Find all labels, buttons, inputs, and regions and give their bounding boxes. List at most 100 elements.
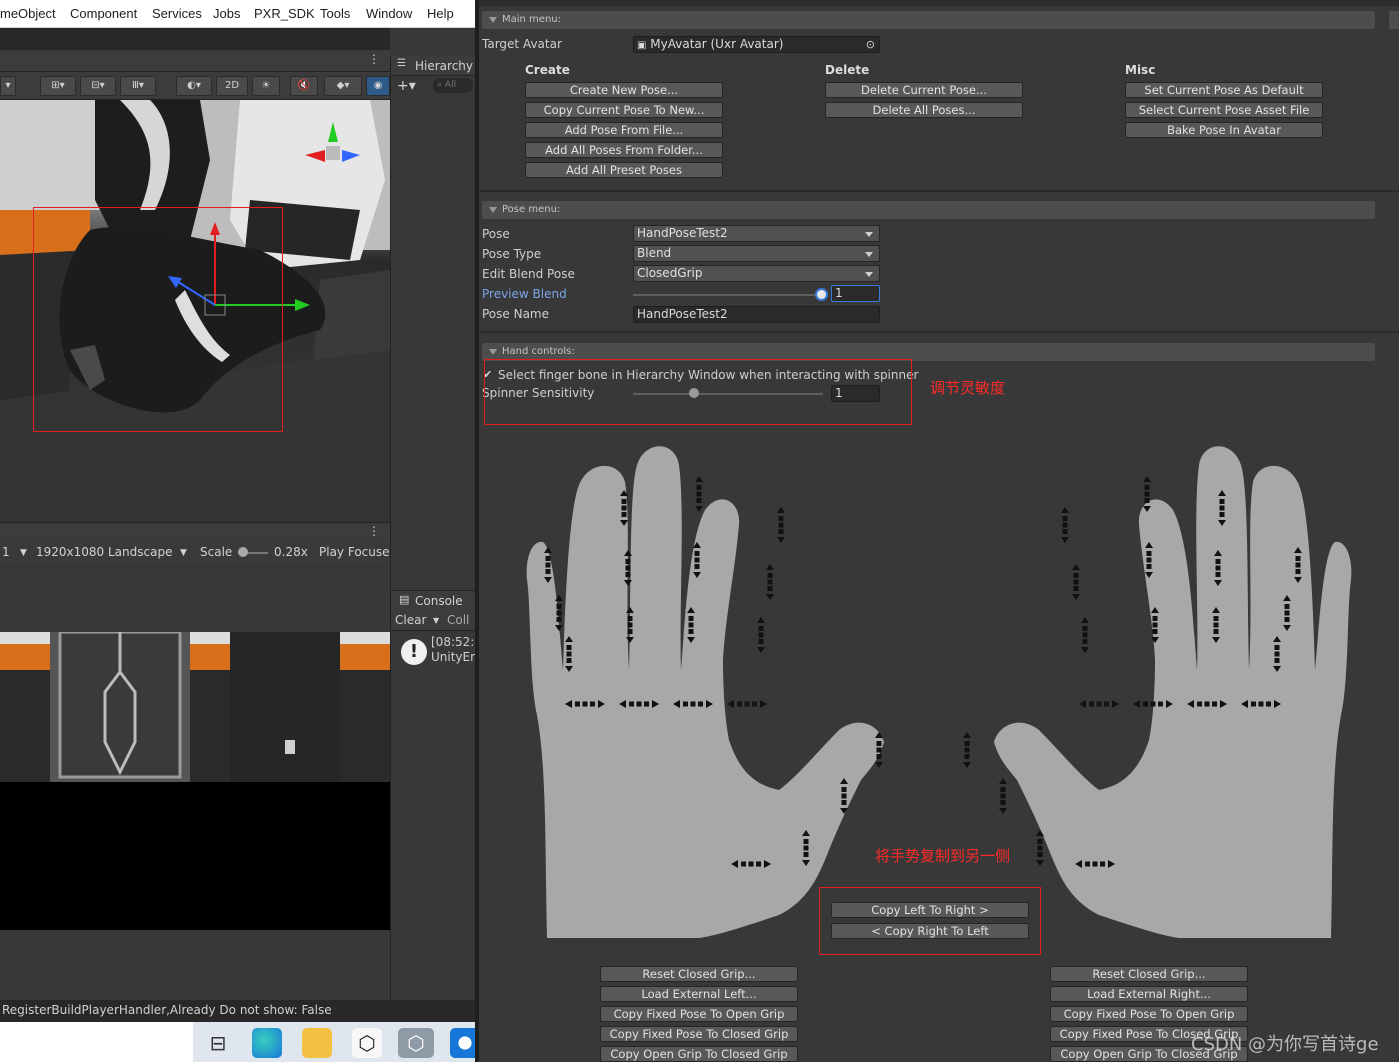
set-default-pose-button[interactable]: Set Current Pose As Default	[1125, 82, 1323, 98]
file-explorer-icon[interactable]	[302, 1028, 332, 1058]
menu-component[interactable]: Component	[70, 6, 137, 21]
console-panel: ▤ Console Clear ▼ Coll ! [08:52:4 UnityE…	[390, 590, 482, 890]
bake-pose-button[interactable]: Bake Pose In Avatar	[1125, 122, 1323, 138]
display-chevron-icon: ▼	[20, 548, 27, 558]
2d-toggle-button[interactable]: 2D	[216, 76, 248, 96]
pose-name-input[interactable]: HandPoseTest2	[633, 306, 880, 323]
status-bar: RegisterBuildPlayerHandler,Already Do no…	[0, 1000, 475, 1022]
foldout-arrow-icon	[489, 17, 497, 23]
menu-window[interactable]: Window	[366, 6, 412, 21]
edit-blend-pose-value: ClosedGrip	[637, 266, 703, 280]
pose-menu-header[interactable]: Pose menu:	[482, 201, 1375, 219]
load-external-right-button[interactable]: Load External Right...	[1050, 986, 1248, 1002]
hand-pose-inspector: Main menu: Target Avatar ▣ MyAvatar (Uxr…	[479, 0, 1399, 1062]
edge-browser-icon[interactable]	[252, 1028, 282, 1058]
section-separator	[479, 190, 1399, 192]
add-preset-poses-button[interactable]: Add All Preset Poses	[525, 162, 723, 178]
display-dropdown[interactable]: 1	[2, 545, 10, 559]
main-menu-header[interactable]: Main menu:	[482, 11, 1375, 29]
console-tab[interactable]: ▤ Console	[391, 591, 476, 611]
left-reset-closed-grip-button[interactable]: Reset Closed Grip...	[600, 966, 798, 982]
game-view-toolbar: 1 ▼ 1920x1080 Landscape ▼ Scale 0.28x Pl…	[0, 542, 390, 564]
pivot-tool-icon[interactable]: ⊞▾	[40, 76, 76, 96]
target-avatar-value: MyAvatar (Uxr Avatar)	[650, 37, 784, 51]
scene-view[interactable]	[0, 100, 390, 522]
menu-pxr-sdk[interactable]: PXR_SDK	[254, 6, 315, 21]
copy-current-pose-button[interactable]: Copy Current Pose To New...	[525, 102, 723, 118]
right-reset-closed-grip-button[interactable]: Reset Closed Grip...	[1050, 966, 1248, 982]
scale-value: 0.28x	[274, 545, 308, 559]
preview-blend-input[interactable]: 1	[831, 285, 880, 302]
console-title: Console	[415, 594, 463, 608]
add-pose-from-file-button[interactable]: Add Pose From File...	[525, 122, 723, 138]
select-pose-asset-button[interactable]: Select Current Pose Asset File	[1125, 102, 1323, 118]
more-options-icon[interactable]: ⋮	[368, 52, 380, 66]
pose-dropdown[interactable]: HandPoseTest2	[633, 225, 880, 242]
game-view[interactable]	[0, 632, 390, 930]
scrollbar-stub[interactable]	[1389, 11, 1399, 29]
object-picker-icon[interactable]: ⊙	[866, 37, 875, 52]
copy-right-to-left-button[interactable]: < Copy Right To Left	[831, 923, 1029, 939]
task-view-icon[interactable]: ⊟	[203, 1028, 233, 1058]
pose-type-label: Pose Type	[482, 247, 542, 261]
clear-options-chevron-icon[interactable]: ▼	[433, 616, 439, 625]
snap-tool-icon[interactable]: Ⅲ▾	[120, 76, 156, 96]
target-avatar-field[interactable]: ▣ MyAvatar (Uxr Avatar) ⊙	[633, 36, 880, 53]
menu-gameobject[interactable]: meObject	[0, 6, 56, 21]
right-copy-fixed-to-open-button[interactable]: Copy Fixed Pose To Open Grip	[1050, 1006, 1248, 1022]
delete-column-header: Delete	[825, 63, 870, 77]
section-separator	[479, 331, 1399, 333]
menu-jobs[interactable]: Jobs	[213, 6, 240, 21]
copy-left-to-right-button[interactable]: Copy Left To Right >	[831, 902, 1029, 918]
toolbar-dropdown[interactable]: ▾	[0, 76, 16, 96]
status-message[interactable]: RegisterBuildPlayerHandler,Already Do no…	[2, 1003, 332, 1017]
add-object-icon[interactable]: +▾	[397, 78, 416, 94]
menu-help[interactable]: Help	[427, 6, 454, 21]
console-info-icon: !	[401, 639, 427, 665]
visibility-toggle-icon[interactable]: ◉	[366, 76, 390, 96]
load-external-left-button[interactable]: Load External Left...	[600, 986, 798, 1002]
console-clear-button[interactable]: Clear	[395, 613, 426, 627]
menu-services[interactable]: Services	[152, 6, 202, 21]
hands-diagram	[526, 446, 1352, 938]
game-more-options-icon[interactable]: ⋮	[368, 524, 380, 538]
game-view-spacer	[0, 564, 390, 632]
edit-blend-pose-label: Edit Blend Pose	[482, 267, 575, 281]
menu-tools[interactable]: Tools	[320, 6, 350, 21]
lower-empty-area	[0, 930, 390, 1000]
shading-mode-icon[interactable]: ◐▾	[176, 76, 212, 96]
hierarchy-tab[interactable]: ☰ Hierarchy	[391, 56, 476, 76]
scene-tab-bar: ⋮	[0, 50, 390, 72]
effects-toggle-icon[interactable]: ◆▾	[324, 76, 362, 96]
foldout-arrow-icon	[489, 207, 497, 213]
grid-tool-icon[interactable]: ⊟▾	[80, 76, 116, 96]
sensitivity-annotation-box	[484, 359, 912, 425]
scale-slider-knob[interactable]	[238, 547, 248, 557]
left-copy-fixed-to-open-button[interactable]: Copy Fixed Pose To Open Grip	[600, 1006, 798, 1022]
copy-annotation-box	[819, 887, 1041, 955]
unity-editor-icon[interactable]: ⬡	[398, 1028, 434, 1058]
taskbar-search-area[interactable]	[0, 1022, 193, 1062]
resolution-dropdown[interactable]: 1920x1080 Landscape	[36, 545, 172, 559]
avatar-object-icon: ▣	[637, 40, 647, 51]
pose-type-dropdown[interactable]: Blend	[633, 245, 880, 262]
preview-blend-slider[interactable]	[633, 294, 821, 296]
play-mode-dropdown[interactable]: Play Focuse	[319, 545, 390, 559]
delete-all-poses-button[interactable]: Delete All Poses...	[825, 102, 1023, 118]
unity-hub-icon[interactable]: ⬡	[352, 1028, 382, 1058]
pose-type-value: Blend	[637, 246, 672, 260]
lighting-toggle-icon[interactable]: ☀	[252, 76, 280, 96]
delete-current-pose-button[interactable]: Delete Current Pose...	[825, 82, 1023, 98]
preview-blend-slider-knob[interactable]	[814, 288, 828, 301]
foldout-arrow-icon	[489, 349, 497, 355]
target-avatar-label: Target Avatar	[482, 37, 562, 51]
audio-toggle-icon[interactable]: 🔇	[290, 76, 318, 96]
pose-name-label: Pose Name	[482, 307, 550, 321]
left-copy-open-to-closed-button[interactable]: Copy Open Grip To Closed Grip	[600, 1046, 798, 1062]
hierarchy-search-input[interactable]: ⌕ All	[433, 78, 473, 93]
console-collapse-button[interactable]: Coll	[447, 613, 469, 627]
create-new-pose-button[interactable]: Create New Pose...	[525, 82, 723, 98]
left-copy-fixed-to-closed-button[interactable]: Copy Fixed Pose To Closed Grip	[600, 1026, 798, 1042]
edit-blend-pose-dropdown[interactable]: ClosedGrip	[633, 265, 880, 282]
add-poses-from-folder-button[interactable]: Add All Poses From Folder...	[525, 142, 723, 158]
